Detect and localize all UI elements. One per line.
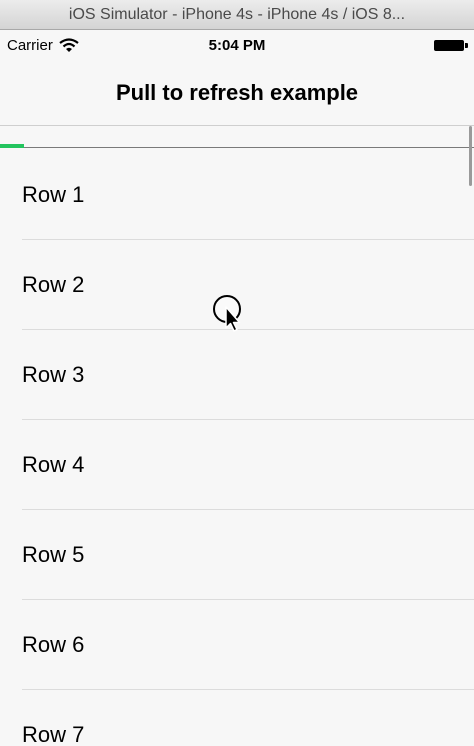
touch-cursor-icon (213, 295, 241, 332)
pull-to-refresh-indicator (0, 126, 474, 150)
window-title: iOS Simulator - iPhone 4s - iPhone 4s / … (68, 5, 406, 23)
table-row[interactable]: Row 6 (0, 600, 474, 690)
table-row[interactable]: Row 7 (0, 690, 474, 746)
table-row[interactable]: Row 4 (0, 420, 474, 510)
row-label: Row 3 (22, 362, 85, 387)
status-bar: Carrier 5:04 PM (0, 30, 474, 60)
nav-title: Pull to refresh example (115, 79, 359, 105)
scrollbar[interactable] (469, 126, 472, 186)
row-label: Row 5 (22, 542, 85, 567)
table-row[interactable]: Row 5 (0, 510, 474, 600)
row-label: Row 6 (22, 632, 85, 657)
table-row[interactable]: Row 1 (0, 150, 474, 240)
refresh-progress-bar (0, 144, 24, 148)
window-titlebar: iOS Simulator - iPhone 4s - iPhone 4s / … (0, 0, 474, 30)
refresh-divider (0, 147, 474, 148)
navigation-bar: Pull to refresh example (0, 60, 474, 126)
table-view[interactable]: Row 1 Row 2 Row 3 Row 4 Row 5 Row 6 Row … (0, 150, 474, 746)
phone-screen: Carrier 5:04 PM Pull to refresh example … (0, 30, 474, 746)
row-label: Row 4 (22, 452, 85, 477)
row-label: Row 1 (22, 182, 85, 207)
status-time: 5:04 PM (208, 37, 266, 54)
table-row[interactable]: Row 3 (0, 330, 474, 420)
row-label: Row 2 (22, 272, 85, 297)
battery-icon (434, 40, 468, 51)
row-label: Row 7 (22, 722, 85, 746)
